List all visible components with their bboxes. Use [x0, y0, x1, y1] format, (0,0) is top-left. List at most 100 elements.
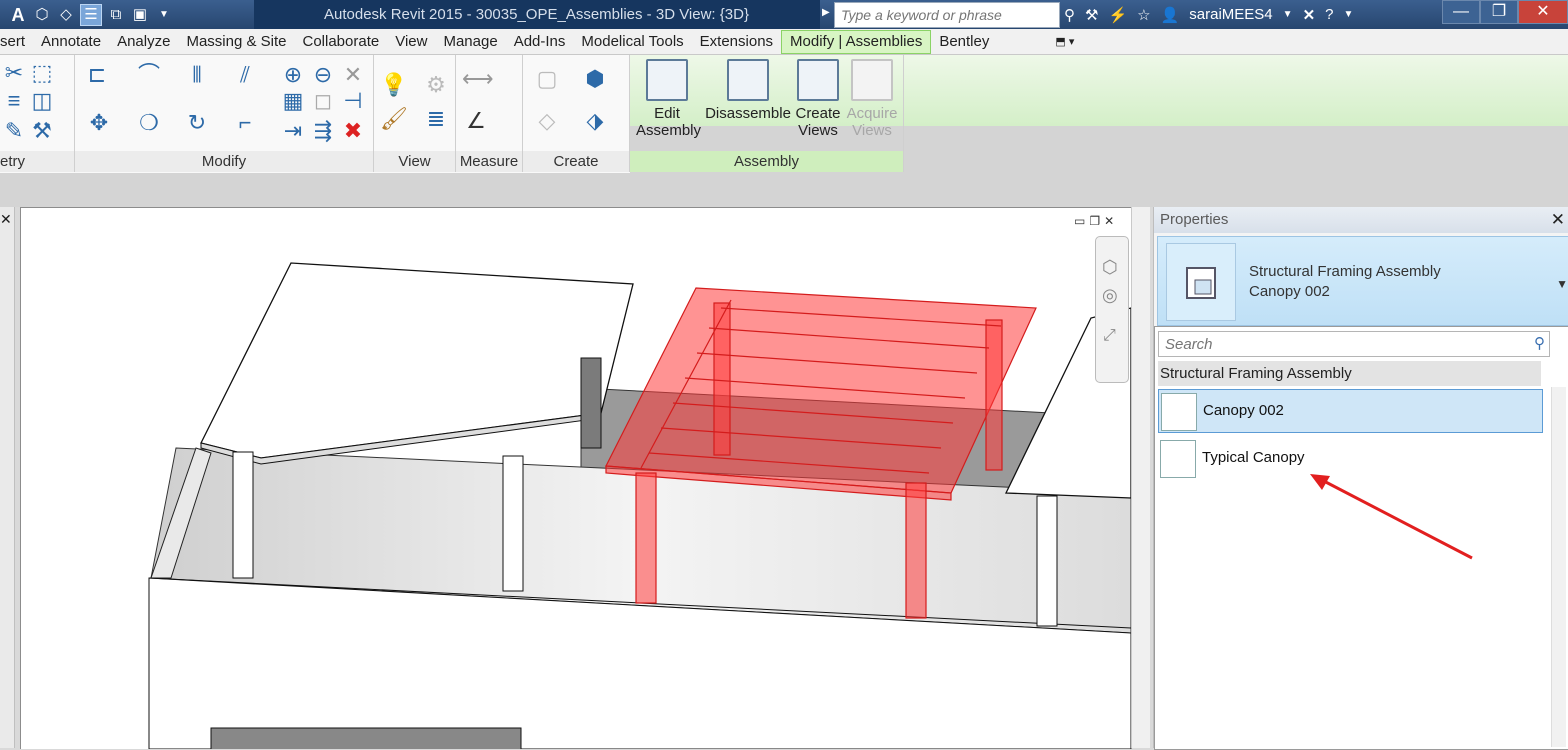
- type-search-box[interactable]: ⚲: [1158, 331, 1550, 357]
- create-similar-icon[interactable]: ▢: [533, 65, 561, 93]
- subscription-icon[interactable]: ⚒: [1085, 6, 1098, 24]
- override-icon[interactable]: 💡: [380, 71, 408, 99]
- trim-extend-icon[interactable]: ⌐: [231, 109, 259, 137]
- close-hidden-icon[interactable]: ⧉: [106, 5, 126, 25]
- infocenter: ⚲ ⚒ ⚡ ☆ 👤 saraiMEES4 ▼ ✕ ? ▼: [1064, 0, 1353, 29]
- viewcube-icon[interactable]: ⬡: [1102, 257, 1118, 278]
- binoculars-icon[interactable]: ⚲: [1064, 6, 1075, 24]
- 3d-viewport[interactable]: [20, 207, 1132, 749]
- disassemble-button[interactable]: Disassemble: [704, 59, 792, 122]
- split-face-icon[interactable]: ◫: [28, 87, 56, 115]
- minimize-icon[interactable]: —: [1442, 0, 1480, 24]
- wall-joins-icon[interactable]: ≡: [0, 87, 28, 115]
- tab-view[interactable]: View: [387, 33, 435, 50]
- favorites-icon[interactable]: ☆: [1137, 6, 1150, 24]
- scale-icon[interactable]: ◻: [309, 87, 337, 115]
- tab-extensions[interactable]: Extensions: [692, 33, 781, 50]
- tab-add-ins[interactable]: Add-Ins: [506, 33, 574, 50]
- search-expand-icon[interactable]: ▶: [822, 7, 830, 18]
- trim-single-icon[interactable]: ⇥: [279, 117, 307, 145]
- help-search-box[interactable]: [834, 2, 1060, 28]
- view-restore-icon[interactable]: ❐: [1089, 214, 1100, 228]
- tab-insert[interactable]: sert: [0, 33, 33, 50]
- app-menu-icon[interactable]: A: [8, 5, 28, 25]
- help-dropdown-icon[interactable]: ▼: [1343, 9, 1353, 20]
- help-icon[interactable]: ?: [1325, 6, 1333, 23]
- qat-dropdown-icon[interactable]: ▼: [154, 5, 174, 25]
- mirror-draw-icon[interactable]: ⫽: [231, 61, 259, 89]
- thin-line-icon[interactable]: ≣: [422, 105, 450, 133]
- type-option-label: Typical Canopy: [1202, 449, 1305, 466]
- close-icon[interactable]: ✕: [0, 211, 12, 228]
- viewport-scrollbar[interactable]: [1131, 207, 1150, 748]
- panel-measure: ⟷ ∠ Measure: [456, 55, 523, 172]
- panel-create: ▢ ⬢ ◇ ⬗ Create: [523, 55, 630, 172]
- view-close-icon[interactable]: ✕: [1104, 214, 1114, 228]
- join-icon[interactable]: ⬚: [28, 59, 56, 87]
- open-icon[interactable]: ⬡: [32, 5, 52, 25]
- split-gap-icon[interactable]: ⊖: [309, 61, 337, 89]
- switch-windows-icon[interactable]: ▣: [130, 5, 150, 25]
- type-dropdown-icon[interactable]: ▼: [1556, 277, 1568, 291]
- paint-icon[interactable]: ✎: [0, 117, 28, 145]
- create-assembly-icon[interactable]: ⬢: [581, 65, 609, 93]
- title-bar: A ⬡ ◇ ☰ ⧉ ▣ ▼ Autodesk Revit 2015 - 3003…: [0, 0, 1568, 29]
- tab-modelical-tools[interactable]: Modelical Tools: [573, 33, 691, 50]
- dropdown-scrollbar[interactable]: [1551, 387, 1566, 747]
- rotate-icon[interactable]: ↻: [183, 109, 211, 137]
- unpin-icon[interactable]: ✕: [339, 61, 367, 89]
- dimension-icon[interactable]: ∠: [462, 107, 490, 135]
- type-selector[interactable]: Structural Framing Assembly Canopy 002 ▼: [1157, 236, 1568, 326]
- create-group-icon[interactable]: ⬗: [581, 107, 609, 135]
- thin-lines-icon[interactable]: ☰: [80, 3, 102, 26]
- split-element-icon[interactable]: ⊕: [279, 61, 307, 89]
- communication-icon[interactable]: ⚡: [1108, 6, 1127, 24]
- user-name[interactable]: saraiMEES4: [1189, 6, 1272, 23]
- tab-bentley[interactable]: Bentley: [931, 33, 997, 50]
- copy-icon[interactable]: ❍: [135, 109, 163, 137]
- user-dropdown-icon[interactable]: ▼: [1283, 9, 1293, 20]
- close-icon[interactable]: ✕: [1551, 207, 1565, 233]
- delete-icon[interactable]: ✖: [339, 117, 367, 145]
- steering-wheel-icon[interactable]: ◎: [1102, 285, 1118, 306]
- demolish-icon[interactable]: ⚒: [28, 117, 56, 145]
- hide-icon[interactable]: ⚙: [422, 71, 450, 99]
- properties-header: Properties ✕: [1154, 207, 1568, 233]
- tab-annotate[interactable]: Annotate: [33, 33, 109, 50]
- edit-assembly-button[interactable]: Edit Assembly: [636, 59, 701, 139]
- align-icon[interactable]: ⊏: [83, 61, 111, 89]
- exchange-icon[interactable]: ✕: [1303, 6, 1316, 24]
- linework-icon[interactable]: 🖌: [380, 105, 408, 133]
- pin-icon[interactable]: ⊣: [339, 87, 367, 115]
- offset-icon[interactable]: ⌒: [135, 61, 163, 89]
- tab-massing-site[interactable]: Massing & Site: [178, 33, 294, 50]
- panel-label-view: View: [374, 151, 455, 172]
- mirror-axis-icon[interactable]: ⫴: [183, 61, 211, 89]
- create-views-button[interactable]: Create Views: [794, 59, 842, 139]
- help-search-input[interactable]: [839, 3, 1053, 27]
- array-icon[interactable]: ▦: [279, 87, 307, 115]
- view-minimize-icon[interactable]: ▭: [1074, 214, 1085, 228]
- cut-icon[interactable]: ✂: [0, 59, 28, 87]
- restore-icon[interactable]: ❐: [1480, 0, 1518, 24]
- zoom-icon[interactable]: ⤢: [1103, 327, 1116, 345]
- type-search-input[interactable]: [1163, 332, 1527, 356]
- tab-analyze[interactable]: Analyze: [109, 33, 178, 50]
- close-window-icon[interactable]: ✕: [1518, 0, 1568, 24]
- ribbon-minimize-icon[interactable]: ⬒ ▾: [1047, 35, 1082, 48]
- type-option-canopy-002[interactable]: Canopy 002: [1158, 389, 1543, 433]
- tab-manage[interactable]: Manage: [435, 33, 505, 50]
- acquire-views-button[interactable]: Acquire Views: [846, 59, 898, 139]
- search-icon[interactable]: ⚲: [1534, 334, 1545, 352]
- model-view[interactable]: [21, 208, 1131, 749]
- panel-label-geometry: etry: [0, 151, 74, 172]
- sync-icon[interactable]: ◇: [56, 5, 76, 25]
- create-parts-icon[interactable]: ◇: [533, 107, 561, 135]
- tab-collaborate[interactable]: Collaborate: [295, 33, 388, 50]
- measure-distance-icon[interactable]: ⟷: [462, 65, 494, 93]
- move-icon[interactable]: ✥: [85, 109, 113, 137]
- user-icon[interactable]: 👤: [1161, 6, 1180, 24]
- tab-modify-assemblies[interactable]: Modify | Assemblies: [781, 29, 932, 54]
- trim-multiple-icon[interactable]: ⇶: [309, 117, 337, 145]
- panel-assembly: Edit Assembly Disassemble Create Views A…: [630, 55, 904, 172]
